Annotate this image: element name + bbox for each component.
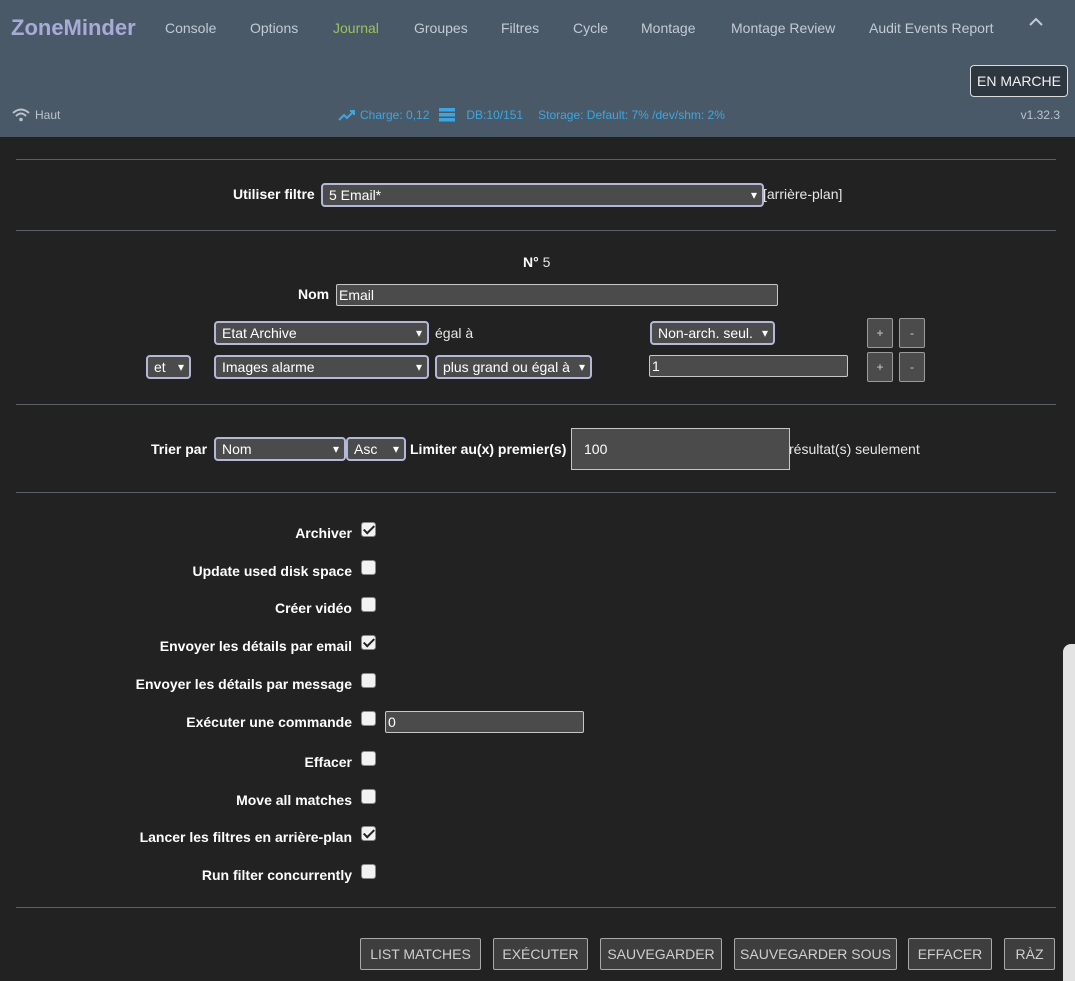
database-icon	[439, 108, 456, 122]
update-disk-space-label: Update used disk space	[192, 563, 352, 579]
storage-stat: Storage: Default: 7% /dev/shm: 2%	[538, 108, 725, 122]
run-concurrently-checkbox[interactable]	[361, 864, 376, 879]
nav-montage[interactable]: Montage	[641, 20, 695, 36]
nav-options[interactable]: Options	[250, 20, 298, 36]
limit-label: Limiter au(x) premier(s)	[410, 441, 567, 457]
term-1-operator: égal à	[435, 325, 474, 341]
filter-name-label: Nom	[298, 286, 330, 302]
nav-cycle[interactable]: Cycle	[573, 20, 608, 36]
run-concurrently-label: Run filter concurrently	[201, 867, 352, 883]
use-filter-label: Utiliser filtre	[233, 186, 315, 202]
system-stats: Charge: 0,12 DB:10/151 Storage: Default:…	[338, 108, 725, 122]
term-2-remove-button[interactable]: -	[899, 352, 925, 382]
nav-journal[interactable]: Journal	[333, 20, 379, 36]
divider	[16, 159, 1056, 160]
move-matches-label: Move all matches	[236, 792, 352, 808]
filter-name-input[interactable]	[336, 284, 778, 306]
list-matches-button[interactable]: LIST MATCHES	[360, 938, 481, 970]
background-note: [arrière-plan]	[763, 186, 843, 202]
execute-command-label: Exécuter une commande	[186, 714, 352, 730]
filter-id: N° 5	[523, 254, 550, 270]
divider	[16, 230, 1056, 231]
update-disk-space-checkbox[interactable]	[361, 560, 376, 575]
term-2-value-input[interactable]	[649, 355, 848, 377]
term-2-add-button[interactable]: +	[867, 352, 893, 382]
term-1-remove-button[interactable]: -	[899, 318, 925, 348]
delete-filter-button[interactable]: EFFACER	[908, 938, 992, 970]
header: ZoneMinder Console Options Journal Group…	[0, 0, 1075, 137]
scrollbar[interactable]	[1063, 644, 1075, 981]
limit-input[interactable]: 100	[571, 428, 790, 470]
trending-up-icon	[338, 110, 355, 121]
archive-checkbox[interactable]	[361, 522, 376, 537]
nav-audit-events-report[interactable]: Audit Events Report	[869, 20, 994, 36]
filter-id-value: 5	[542, 254, 551, 270]
filter-id-label: N°	[523, 254, 539, 270]
term-1-add-button[interactable]: +	[867, 318, 893, 348]
load-stat: Charge: 0,12	[360, 108, 430, 122]
execute-command-checkbox[interactable]	[361, 711, 376, 726]
save-as-button[interactable]: SAUVEGARDER SOUS	[734, 938, 897, 970]
nav-console[interactable]: Console	[165, 20, 216, 36]
divider	[16, 404, 1056, 405]
email-details-checkbox[interactable]	[361, 635, 376, 650]
sort-direction-select[interactable]: Asc	[346, 437, 406, 461]
sort-field-select[interactable]: Nom	[214, 437, 346, 461]
execute-command-input[interactable]	[385, 711, 584, 733]
execute-button[interactable]: EXÉCUTER	[493, 938, 588, 970]
bandwidth-label: Haut	[35, 108, 61, 122]
version-label: v1.32.3	[1020, 108, 1060, 122]
limit-suffix: résultat(s) seulement	[789, 441, 920, 457]
term-1-value-select[interactable]: Non-arch. seul.	[650, 321, 775, 345]
sort-by-label: Trier par	[151, 441, 208, 457]
create-video-label: Créer vidéo	[274, 600, 352, 616]
email-details-label: Envoyer les détails par email	[159, 638, 352, 654]
nav-montage-review[interactable]: Montage Review	[731, 20, 835, 36]
background-filter-checkbox[interactable]	[361, 826, 376, 841]
term-2-attribute-select[interactable]: Images alarme	[214, 355, 429, 379]
message-details-checkbox[interactable]	[361, 673, 376, 688]
divider	[16, 907, 1056, 908]
divider	[16, 492, 1056, 493]
background-filter-label: Lancer les filtres en arrière-plan	[139, 829, 352, 845]
move-matches-checkbox[interactable]	[361, 789, 376, 804]
run-state-button[interactable]: EN MARCHE	[970, 65, 1068, 97]
term-1-attribute-select[interactable]: Etat Archive	[214, 321, 429, 345]
wifi-icon	[12, 108, 30, 122]
bandwidth-indicator[interactable]: Haut	[12, 108, 60, 122]
create-video-checkbox[interactable]	[361, 597, 376, 612]
term-2-conjunction-select[interactable]: et	[146, 355, 191, 379]
nav-filtres[interactable]: Filtres	[501, 20, 539, 36]
archive-label: Archiver	[295, 525, 352, 541]
delete-label: Effacer	[304, 754, 352, 770]
message-details-label: Envoyer les détails par message	[135, 676, 352, 692]
filter-select[interactable]: 5 Email*	[321, 183, 764, 207]
db-stat: DB:10/151	[466, 108, 524, 122]
reset-button[interactable]: RÀZ	[1004, 938, 1055, 970]
save-button[interactable]: SAUVEGARDER	[600, 938, 722, 970]
nav-groupes[interactable]: Groupes	[414, 20, 468, 36]
chevron-up-icon[interactable]	[1027, 14, 1045, 30]
delete-checkbox[interactable]	[361, 751, 376, 766]
brand-logo[interactable]: ZoneMinder	[11, 15, 136, 41]
term-2-operator-select[interactable]: plus grand ou égal à	[435, 355, 592, 379]
status-bar: Haut Charge: 0,12 DB:10/151 Storage: Def…	[0, 108, 1075, 124]
